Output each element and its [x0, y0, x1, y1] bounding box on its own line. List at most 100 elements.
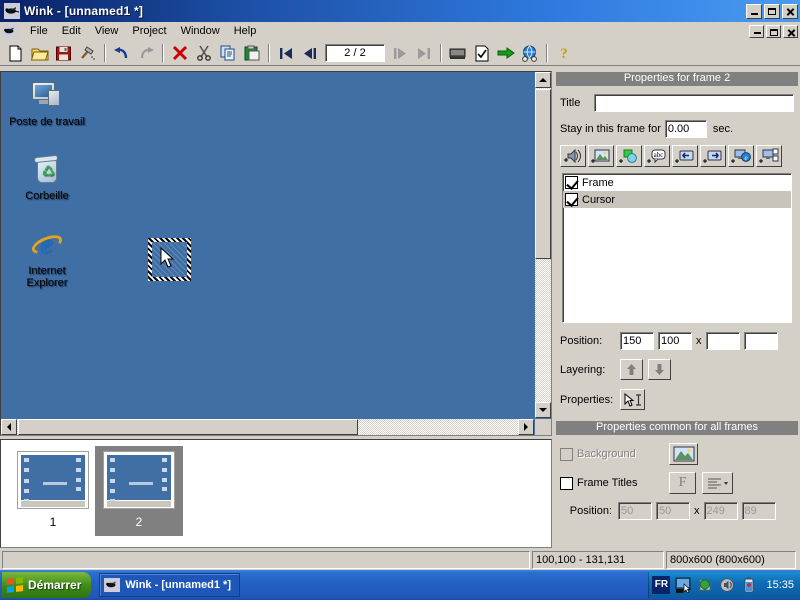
- open-folder-icon[interactable]: [28, 42, 51, 64]
- frame-thumbnail-2[interactable]: 2: [95, 446, 183, 536]
- object-height-input[interactable]: [743, 332, 778, 350]
- cut-scissors-icon[interactable]: [192, 42, 215, 64]
- add-next-button-icon[interactable]: [700, 145, 726, 167]
- stay-duration-input[interactable]: 0.00: [664, 120, 707, 138]
- layer-down-button[interactable]: [648, 359, 671, 380]
- build-hammer-icon[interactable]: [76, 42, 99, 64]
- delete-x-icon[interactable]: [168, 42, 191, 64]
- add-shape-icon[interactable]: [616, 145, 642, 167]
- mdi-document-icon[interactable]: [3, 24, 17, 38]
- mdi-restore-button[interactable]: [766, 24, 781, 38]
- taskbar-clock[interactable]: 15:35: [766, 579, 794, 591]
- menu-item-view[interactable]: View: [88, 23, 126, 39]
- list-item[interactable]: Frame: [563, 174, 791, 191]
- list-item[interactable]: Cursor: [563, 191, 791, 208]
- add-link-icon[interactable]: e: [728, 145, 754, 167]
- object-position-y-input[interactable]: 100: [658, 332, 692, 350]
- add-prev-button-icon[interactable]: [672, 145, 698, 167]
- desktop-icon-label-line2: Explorer: [26, 277, 68, 289]
- desktop-icon-label: Corbeille: [25, 190, 69, 202]
- scroll-thumb-vertical[interactable]: [535, 89, 551, 259]
- frame-number: 2: [135, 515, 143, 529]
- frame-titles-checkbox[interactable]: [560, 476, 573, 490]
- paste-clipboard-icon[interactable]: [240, 42, 263, 64]
- window-close-button[interactable]: [782, 3, 798, 19]
- scrollbar-corner: [535, 419, 551, 435]
- scroll-up-button[interactable]: [535, 72, 551, 88]
- frame-editor[interactable]: Poste de travail ♺ Corbeille e Internet …: [0, 71, 552, 436]
- next-frame-icon: [388, 42, 411, 64]
- recycle-bin-icon: ♺: [31, 154, 63, 186]
- help-question-icon[interactable]: ?: [552, 42, 575, 64]
- menu-item-project[interactable]: Project: [125, 23, 173, 39]
- scroll-left-button[interactable]: [1, 419, 17, 435]
- common-position-y-input[interactable]: 50: [656, 502, 690, 520]
- undo-arrow-icon[interactable]: [110, 42, 133, 64]
- menu-item-help[interactable]: Help: [227, 23, 264, 39]
- object-visibility-checkbox[interactable]: [565, 176, 578, 189]
- menu-item-window[interactable]: Window: [174, 23, 227, 39]
- common-position-separator: x: [694, 505, 700, 517]
- window-title-bar[interactable]: Wink - [unnamed1 *]: [0, 0, 800, 22]
- capture-icon[interactable]: [446, 42, 469, 64]
- scroll-right-button[interactable]: [518, 419, 534, 435]
- frame-canvas[interactable]: Poste de travail ♺ Corbeille e Internet …: [1, 72, 536, 420]
- start-button[interactable]: Démarrer: [2, 572, 92, 598]
- desktop-icon-my-computer[interactable]: Poste de travail: [7, 80, 87, 128]
- frame-title-input[interactable]: [594, 94, 794, 112]
- align-left-icon[interactable]: [702, 472, 733, 494]
- common-width-input[interactable]: 249: [703, 502, 738, 520]
- add-text-icon[interactable]: abc: [644, 145, 670, 167]
- picture-icon[interactable]: [669, 443, 698, 465]
- first-frame-icon[interactable]: [274, 42, 297, 64]
- common-height-input[interactable]: 89: [741, 502, 776, 520]
- browser-globe-icon[interactable]: [518, 42, 541, 64]
- stay-duration-label: Stay in this frame for: [560, 123, 661, 135]
- scroll-down-button[interactable]: [535, 402, 551, 418]
- frame-thumbnail-1[interactable]: 1: [9, 446, 97, 536]
- export-arrow-icon[interactable]: [494, 42, 517, 64]
- layer-up-button[interactable]: [620, 359, 643, 380]
- cursor-object-selected[interactable]: [148, 238, 191, 281]
- thumbnail-taskbar: [107, 501, 171, 507]
- volume-tray-icon[interactable]: [719, 577, 735, 593]
- scroll-thumb-horizontal[interactable]: [18, 419, 358, 435]
- desktop-icon-internet-explorer[interactable]: e Internet Explorer: [7, 229, 87, 290]
- windows-flag-icon: [7, 577, 23, 593]
- svg-text:e: e: [744, 154, 747, 162]
- new-icon[interactable]: [4, 42, 27, 64]
- language-indicator[interactable]: FR: [652, 576, 671, 594]
- font-button[interactable]: F: [669, 472, 696, 494]
- cursor-properties-icon[interactable]: [620, 389, 645, 410]
- common-properties-header: Properties common for all frames: [556, 421, 798, 435]
- previous-frame-icon[interactable]: [298, 42, 321, 64]
- render-doc-icon[interactable]: [470, 42, 493, 64]
- frames-thumbnail-strip[interactable]: 1 2: [0, 439, 552, 548]
- mdi-minimize-button[interactable]: [749, 24, 764, 38]
- menu-item-edit[interactable]: Edit: [55, 23, 88, 39]
- frame-counter[interactable]: 2 / 2: [325, 44, 385, 62]
- mdi-close-button[interactable]: [783, 24, 798, 38]
- battery-tray-icon[interactable]: [741, 577, 757, 593]
- screen-capture-tray-icon[interactable]: [675, 577, 692, 594]
- taskbar-item-wink[interactable]: Wink - [unnamed1 *]: [99, 573, 241, 597]
- desktop-icon-recycle-bin[interactable]: ♺ Corbeille: [7, 154, 87, 202]
- add-layout-icon[interactable]: [756, 145, 782, 167]
- common-position-x-input[interactable]: 50: [618, 502, 652, 520]
- add-image-icon[interactable]: [588, 145, 614, 167]
- menu-item-file[interactable]: File: [23, 23, 55, 39]
- start-button-label: Démarrer: [28, 578, 82, 592]
- object-position-x-input[interactable]: 150: [620, 332, 654, 350]
- window-maximize-button[interactable]: [764, 3, 780, 19]
- object-visibility-checkbox[interactable]: [565, 193, 578, 206]
- shield-green-tray-icon[interactable]: [697, 577, 713, 593]
- save-disk-icon[interactable]: [52, 42, 75, 64]
- taskbar: Démarrer Wink - [unnamed1 *] FR 15:35: [0, 570, 800, 600]
- window-minimize-button[interactable]: [746, 3, 762, 19]
- copy-pages-icon[interactable]: [216, 42, 239, 64]
- status-bar: 100,100 - 131,131 800x600 (800x600): [0, 548, 800, 570]
- add-sound-icon[interactable]: [560, 145, 586, 167]
- object-width-input[interactable]: [705, 332, 740, 350]
- frame-objects-list[interactable]: Frame Cursor: [562, 173, 792, 323]
- background-checkbox[interactable]: [560, 447, 573, 461]
